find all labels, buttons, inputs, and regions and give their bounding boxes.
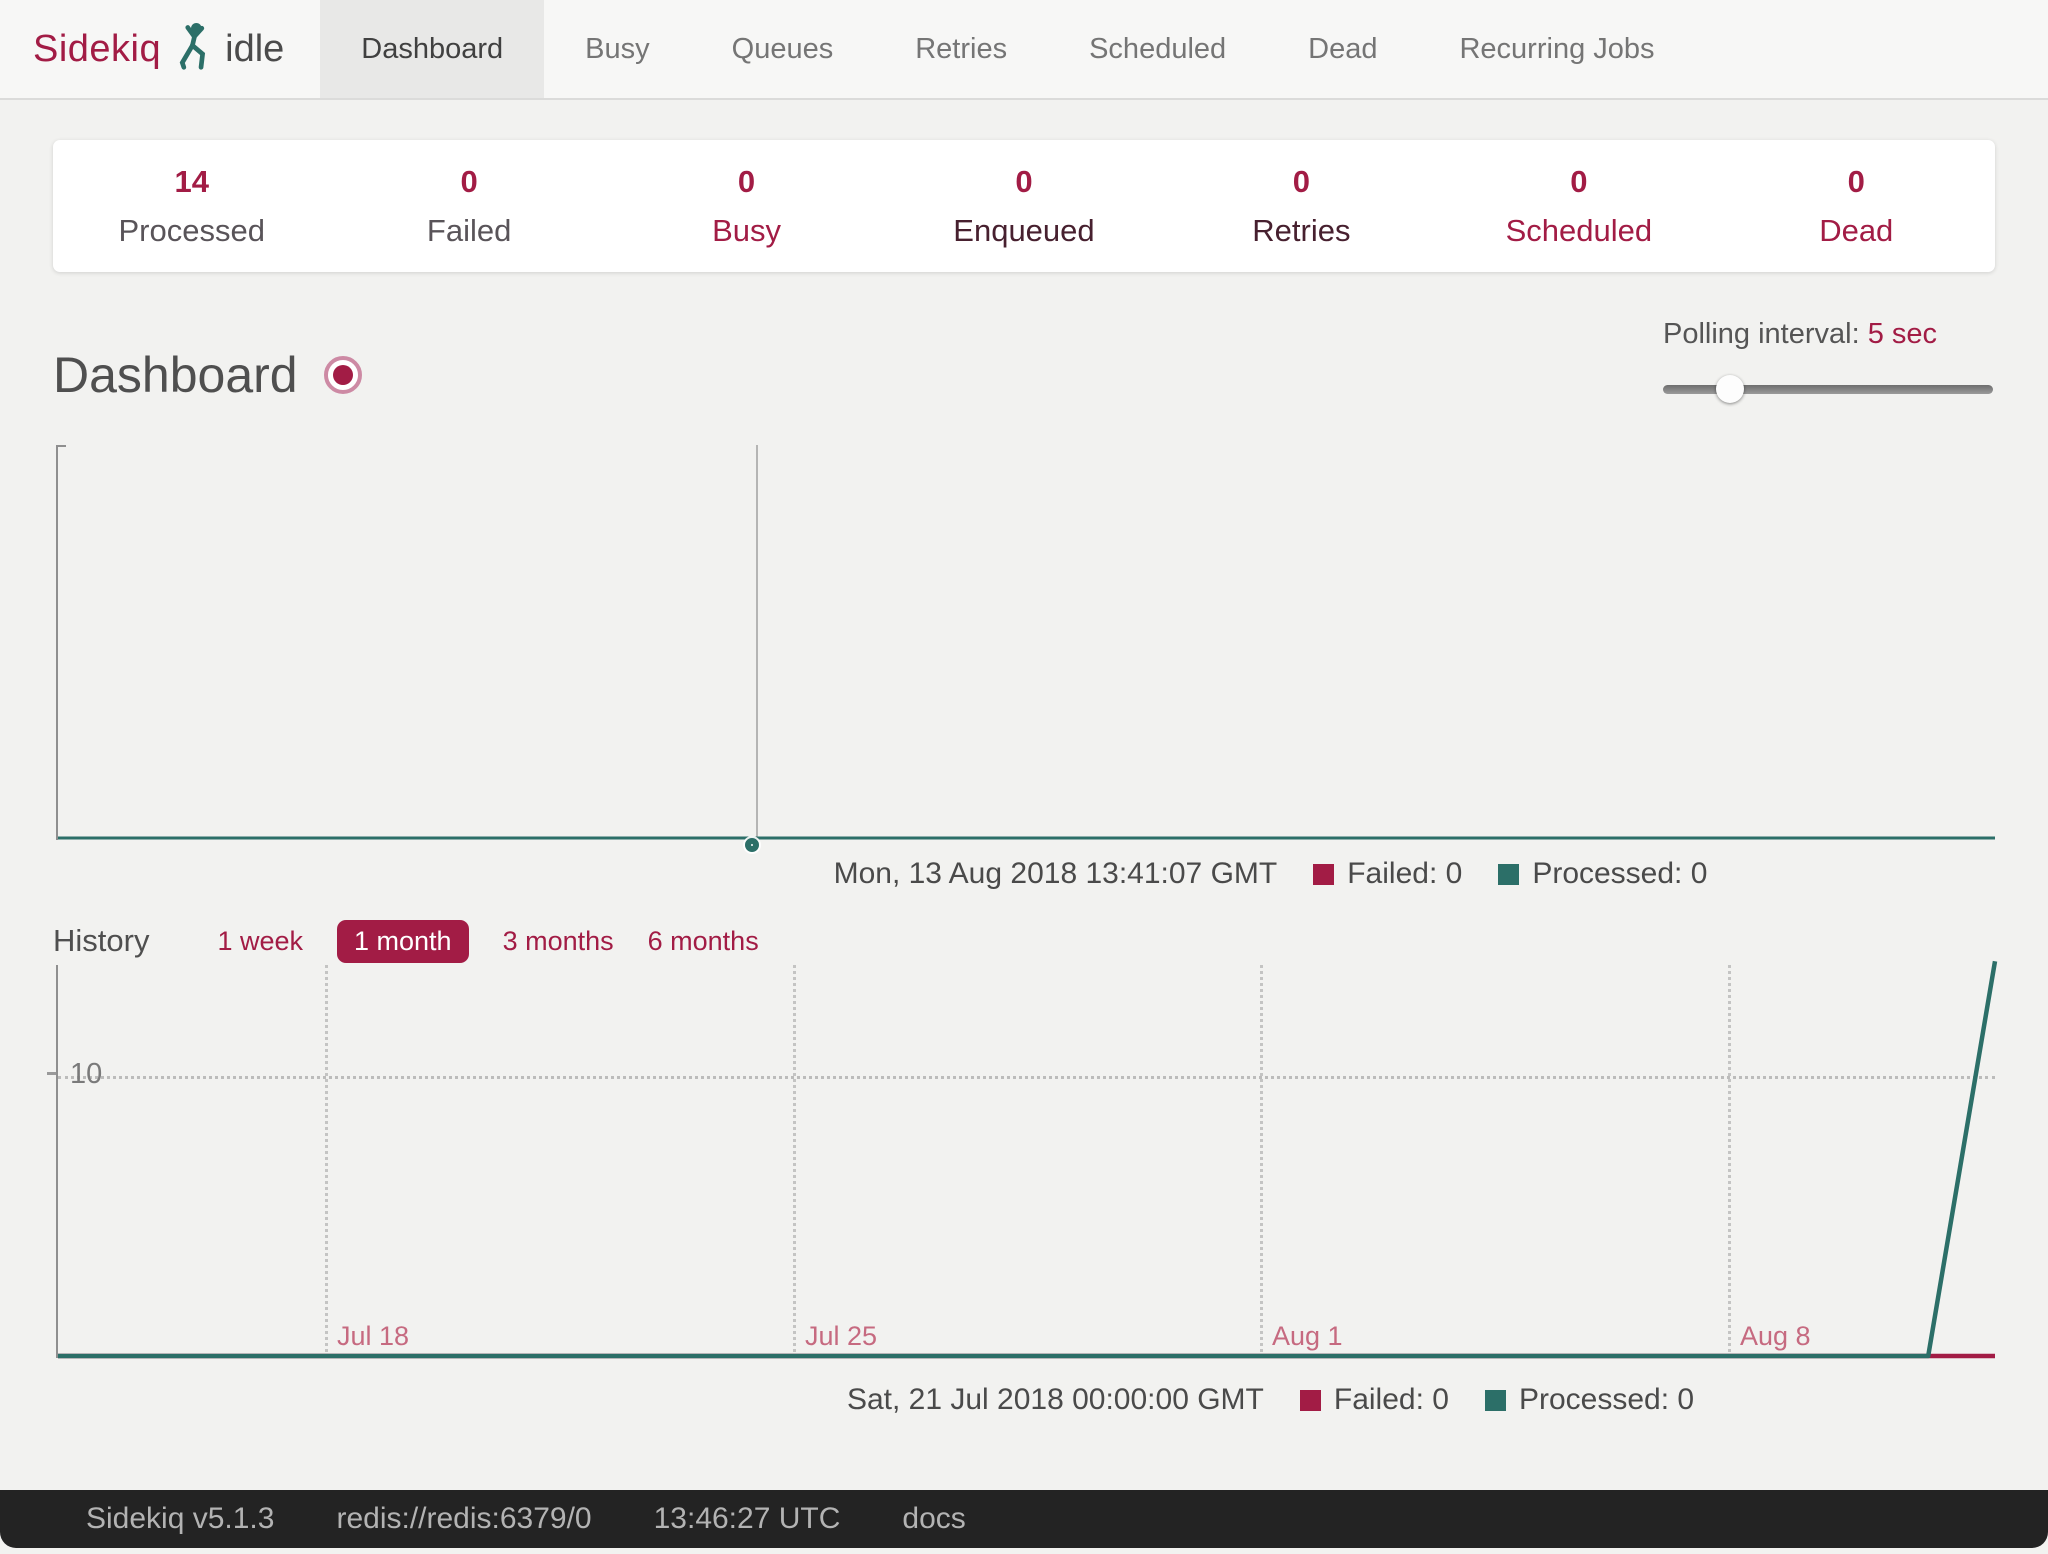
history-legend-failed: Failed: 0 <box>1300 1383 1449 1417</box>
tab-recurring-jobs[interactable]: Recurring Jobs <box>1418 0 1695 98</box>
history-chart: 10 Jul 18 Jul 25 Aug 1 Aug 8 <box>56 965 1995 1358</box>
range-3-months-button[interactable]: 3 months <box>503 926 614 957</box>
history-title: History <box>53 923 149 959</box>
stat-enqueued-value: 0 <box>885 164 1162 200</box>
stat-failed: 0 Failed <box>330 164 607 249</box>
sidekiq-brand[interactable]: Sidekiq <box>33 28 161 71</box>
sidekiq-martial-figure-icon <box>175 22 213 77</box>
stat-busy-label[interactable]: Busy <box>608 213 885 249</box>
polling-interval-label: Polling interval: <box>1663 318 1860 350</box>
tab-scheduled[interactable]: Scheduled <box>1048 0 1267 98</box>
stat-scheduled[interactable]: 0 Scheduled <box>1440 164 1717 249</box>
brand-area: Sidekiq idle <box>0 0 320 98</box>
failed-swatch-icon <box>1300 1390 1321 1411</box>
tab-busy[interactable]: Busy <box>544 0 690 98</box>
history-series-svg <box>58 965 1995 1358</box>
history-range-buttons: 1 week 1 month 3 months 6 months <box>217 920 758 963</box>
stat-retries-value: 0 <box>1163 164 1440 200</box>
history-legend: Sat, 21 Jul 2018 00:00:00 GMT Failed: 0 … <box>56 1382 1995 1418</box>
footer-version: Sidekiq v5.1.3 <box>86 1502 274 1536</box>
hover-point-marker <box>745 838 759 852</box>
nav-tabs: Dashboard Busy Queues Retries Scheduled … <box>320 0 1695 98</box>
dashboard-title-row: Dashboard Polling interval: 5 sec <box>53 330 1995 430</box>
stat-enqueued[interactable]: 0 Enqueued <box>885 164 1162 249</box>
stat-enqueued-label[interactable]: Enqueued <box>885 213 1162 249</box>
realtime-legend-processed: Processed: 0 <box>1498 857 1707 891</box>
range-1-month-button[interactable]: 1 month <box>337 920 469 963</box>
live-beacon-icon <box>324 356 362 394</box>
range-6-months-button[interactable]: 6 months <box>648 926 759 957</box>
worker-status-text: idle <box>225 28 284 71</box>
stats-summary-card: 14 Processed 0 Failed 0 Busy 0 Enqueued … <box>53 140 1995 272</box>
page-title-text: Dashboard <box>53 346 298 404</box>
page-title: Dashboard <box>53 346 362 404</box>
stat-processed-label: Processed <box>53 213 330 249</box>
polling-interval-control: Polling interval: 5 sec <box>1663 318 1993 403</box>
realtime-processed-text: Processed: 0 <box>1532 857 1707 891</box>
history-legend-processed: Processed: 0 <box>1485 1383 1694 1417</box>
stat-busy-value: 0 <box>608 164 885 200</box>
realtime-legend: Mon, 13 Aug 2018 13:41:07 GMT Failed: 0 … <box>56 856 1995 892</box>
footer-bar: Sidekiq v5.1.3 redis://redis:6379/0 13:4… <box>0 1490 2048 1548</box>
realtime-chart <box>56 445 1995 840</box>
polling-interval-value[interactable]: 5 sec <box>1868 318 1937 350</box>
footer-docs-link[interactable]: docs <box>902 1502 965 1536</box>
stat-retries[interactable]: 0 Retries <box>1163 164 1440 249</box>
realtime-legend-failed: Failed: 0 <box>1313 857 1462 891</box>
failed-swatch-icon <box>1313 864 1334 885</box>
slider-thumb[interactable] <box>1716 375 1744 403</box>
stat-retries-label[interactable]: Retries <box>1163 213 1440 249</box>
realtime-legend-time: Mon, 13 Aug 2018 13:41:07 GMT <box>834 857 1278 891</box>
stat-processed: 14 Processed <box>53 164 330 249</box>
history-legend-time: Sat, 21 Jul 2018 00:00:00 GMT <box>847 1383 1264 1417</box>
footer-redis-url: redis://redis:6379/0 <box>336 1502 591 1536</box>
stat-scheduled-value: 0 <box>1440 164 1717 200</box>
stat-processed-value: 14 <box>53 164 330 200</box>
range-1-week-button[interactable]: 1 week <box>217 926 303 957</box>
stat-dead-value: 0 <box>1718 164 1995 200</box>
realtime-series-svg <box>58 445 1995 840</box>
stat-failed-value: 0 <box>330 164 607 200</box>
history-processed-text: Processed: 0 <box>1519 1383 1694 1417</box>
tab-queues[interactable]: Queues <box>691 0 875 98</box>
history-header: History 1 week 1 month 3 months 6 months <box>53 920 1995 962</box>
tab-retries[interactable]: Retries <box>874 0 1048 98</box>
realtime-failed-text: Failed: 0 <box>1347 857 1462 891</box>
stat-scheduled-label[interactable]: Scheduled <box>1440 213 1717 249</box>
stat-busy[interactable]: 0 Busy <box>608 164 885 249</box>
footer-server-time: 13:46:27 UTC <box>654 1502 841 1536</box>
stat-dead-label[interactable]: Dead <box>1718 213 1995 249</box>
tab-dashboard[interactable]: Dashboard <box>320 0 544 98</box>
processed-swatch-icon <box>1485 1390 1506 1411</box>
y-axis-tick-10 <box>47 1072 56 1075</box>
polling-interval-slider[interactable] <box>1663 375 1993 403</box>
top-navbar: Sidekiq idle Dashboard Busy Queues Retri… <box>0 0 2048 100</box>
slider-track[interactable] <box>1663 385 1993 394</box>
stat-dead[interactable]: 0 Dead <box>1718 164 1995 249</box>
processed-swatch-icon <box>1498 864 1519 885</box>
history-failed-text: Failed: 0 <box>1334 1383 1449 1417</box>
stat-failed-label: Failed <box>330 213 607 249</box>
tab-dead[interactable]: Dead <box>1267 0 1418 98</box>
